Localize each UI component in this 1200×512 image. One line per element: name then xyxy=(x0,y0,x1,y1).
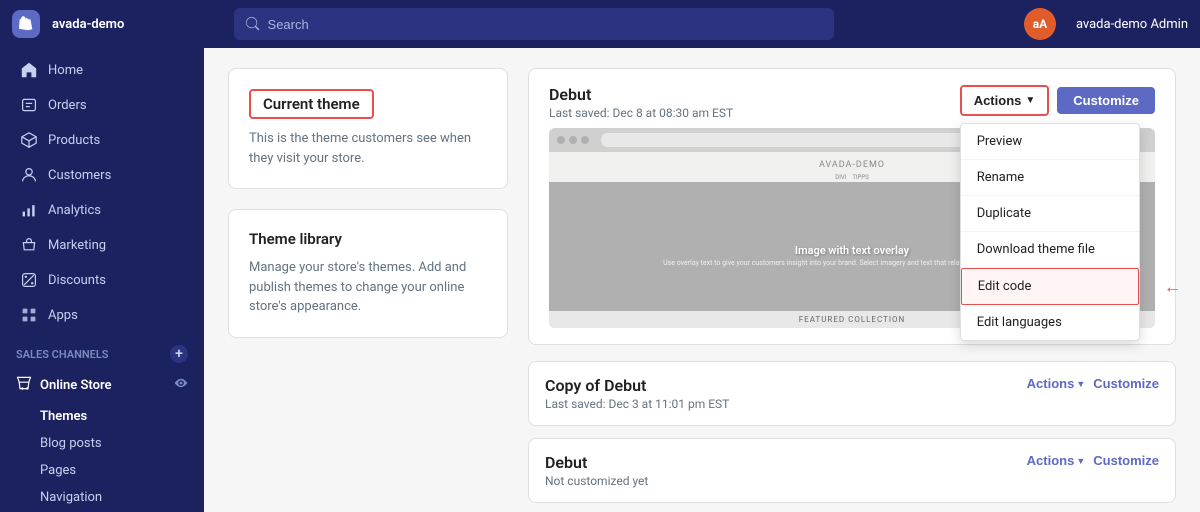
online-store-header[interactable]: Online Store xyxy=(0,367,204,403)
current-theme-card: Current theme This is the theme customer… xyxy=(228,68,508,189)
preview-nav: DIVI TIPPS xyxy=(835,174,868,181)
sidebar-item-customers[interactable]: Customers xyxy=(4,158,200,192)
dropdown-preview[interactable]: Preview xyxy=(961,124,1139,160)
copy-of-debut-customize-button[interactable]: Customize xyxy=(1093,376,1159,391)
arrow-indicator: ← xyxy=(1164,276,1182,297)
content-area: Current theme This is the theme customer… xyxy=(204,48,1200,512)
preview-store-name: avada-demo xyxy=(819,160,885,170)
add-sales-channel-button[interactable]: + xyxy=(170,345,188,363)
browser-dot-red xyxy=(557,136,565,144)
theme-library-description: Manage your store's themes. Add and publ… xyxy=(249,258,487,317)
copy-of-debut-card: Copy of Debut Last saved: Dec 3 at 11:01… xyxy=(528,361,1176,426)
sidebar-item-apps[interactable]: Apps xyxy=(4,298,200,332)
dropdown-rename[interactable]: Rename xyxy=(961,160,1139,196)
dropdown-edit-code[interactable]: Edit code ← xyxy=(961,268,1139,305)
debut-second-card: Debut Not customized yet Actions ▼ Custo… xyxy=(528,438,1176,503)
debut-second-info: Debut Not customized yet xyxy=(545,453,648,488)
copy-of-debut-date: Last saved: Dec 3 at 11:01 pm EST xyxy=(545,397,729,411)
products-icon xyxy=(20,131,38,149)
sidebar-item-marketing[interactable]: Marketing xyxy=(4,228,200,262)
user-name: avada-demo Admin xyxy=(1076,17,1188,32)
sidebar-item-discounts[interactable]: Discounts xyxy=(4,263,200,297)
dropdown-edit-languages[interactable]: Edit languages xyxy=(961,305,1139,340)
sidebar-item-orders[interactable]: Orders xyxy=(4,88,200,122)
debut-theme-card-header: Debut Last saved: Dec 8 at 08:30 am EST … xyxy=(529,69,1175,128)
current-theme-title: Current theme xyxy=(249,89,374,119)
sub-menu-navigation[interactable]: Navigation xyxy=(0,484,204,511)
sub-menu-themes[interactable]: Themes xyxy=(0,403,204,430)
customers-icon xyxy=(20,166,38,184)
debut-theme-date: Last saved: Dec 8 at 08:30 am EST xyxy=(549,106,733,120)
browser-dots xyxy=(557,136,589,144)
chevron-down-icon: ▼ xyxy=(1076,379,1085,389)
debut-theme-info: Debut Last saved: Dec 8 at 08:30 am EST xyxy=(549,85,733,120)
sales-channels-label: SALES CHANNELS + xyxy=(0,333,204,367)
debut-actions-area: Actions ▼ Customize Preview R xyxy=(960,85,1155,116)
copy-of-debut-actions-area: Actions ▼ Customize xyxy=(1027,376,1159,391)
debut-second-actions-button[interactable]: Actions ▼ xyxy=(1027,453,1086,468)
preview-nav-item-2: TIPPS xyxy=(852,174,868,181)
analytics-icon xyxy=(20,201,38,219)
chevron-down-icon: ▼ xyxy=(1025,95,1035,106)
debut-second-header: Debut Not customized yet Actions ▼ Custo… xyxy=(529,439,1175,502)
debut-theme-card: Debut Last saved: Dec 8 at 08:30 am EST … xyxy=(528,68,1176,345)
apps-icon xyxy=(20,306,38,324)
orders-icon xyxy=(20,96,38,114)
copy-of-debut-name: Copy of Debut xyxy=(545,376,729,395)
debut-second-actions-area: Actions ▼ Customize xyxy=(1027,453,1159,468)
debut-second-customize-button[interactable]: Customize xyxy=(1093,453,1159,468)
browser-dot-yellow xyxy=(569,136,577,144)
preview-nav-item-1: DIVI xyxy=(835,174,846,181)
dropdown-download[interactable]: Download theme file xyxy=(961,232,1139,268)
copy-of-debut-actions-button[interactable]: Actions ▼ xyxy=(1027,376,1086,391)
sidebar-item-products[interactable]: Products xyxy=(4,123,200,157)
online-store-icon xyxy=(16,375,32,395)
theme-library-title: Theme library xyxy=(249,230,487,248)
debut-theme-name: Debut xyxy=(549,85,733,104)
home-icon xyxy=(20,61,38,79)
theme-library-card: Theme library Manage your store's themes… xyxy=(228,209,508,338)
chevron-down-icon-2: ▼ xyxy=(1076,456,1085,466)
sidebar: Home Orders Products Customers Analytics xyxy=(0,48,204,512)
customize-button[interactable]: Customize xyxy=(1057,87,1155,114)
dropdown-duplicate[interactable]: Duplicate xyxy=(961,196,1139,232)
top-navigation: avada-demo aA avada-demo Admin xyxy=(0,0,1200,48)
eye-icon[interactable] xyxy=(174,376,188,394)
copy-of-debut-header: Copy of Debut Last saved: Dec 3 at 11:01… xyxy=(529,362,1175,425)
debut-second-name: Debut xyxy=(545,453,648,472)
current-theme-description: This is the theme customers see when the… xyxy=(249,129,487,168)
debut-second-date: Not customized yet xyxy=(545,474,648,488)
store-name: avada-demo xyxy=(52,17,124,32)
actions-dropdown: Preview Rename Duplicate Download theme … xyxy=(960,123,1140,341)
search-icon xyxy=(246,17,260,31)
sub-menu-blog-posts[interactable]: Blog posts xyxy=(0,430,204,457)
sidebar-item-analytics[interactable]: Analytics xyxy=(4,193,200,227)
search-bar[interactable] xyxy=(234,8,834,40)
right-panel: Debut Last saved: Dec 8 at 08:30 am EST … xyxy=(528,68,1176,492)
sub-menu-pages[interactable]: Pages xyxy=(0,457,204,484)
shopify-logo xyxy=(12,10,40,38)
discounts-icon xyxy=(20,271,38,289)
browser-dot-green xyxy=(581,136,589,144)
left-panel: Current theme This is the theme customer… xyxy=(228,68,508,492)
actions-button[interactable]: Actions ▼ xyxy=(960,85,1050,116)
marketing-icon xyxy=(20,236,38,254)
main-layout: Home Orders Products Customers Analytics xyxy=(0,48,1200,512)
search-input[interactable] xyxy=(268,17,822,32)
sidebar-item-home[interactable]: Home xyxy=(4,53,200,87)
user-avatar[interactable]: aA xyxy=(1024,8,1056,40)
copy-of-debut-info: Copy of Debut Last saved: Dec 3 at 11:01… xyxy=(545,376,729,411)
